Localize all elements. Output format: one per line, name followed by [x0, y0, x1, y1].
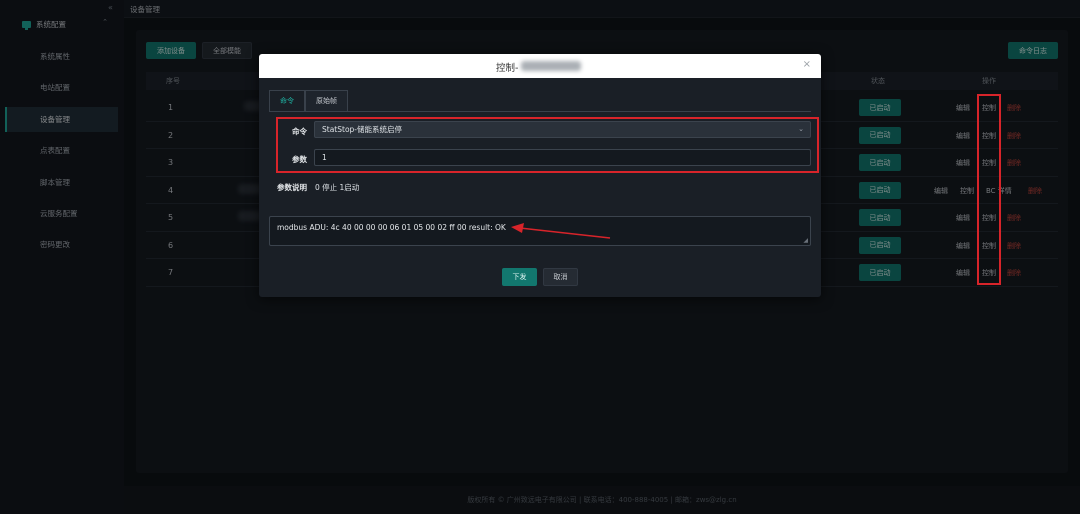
- annotation-arrow: [511, 223, 611, 239]
